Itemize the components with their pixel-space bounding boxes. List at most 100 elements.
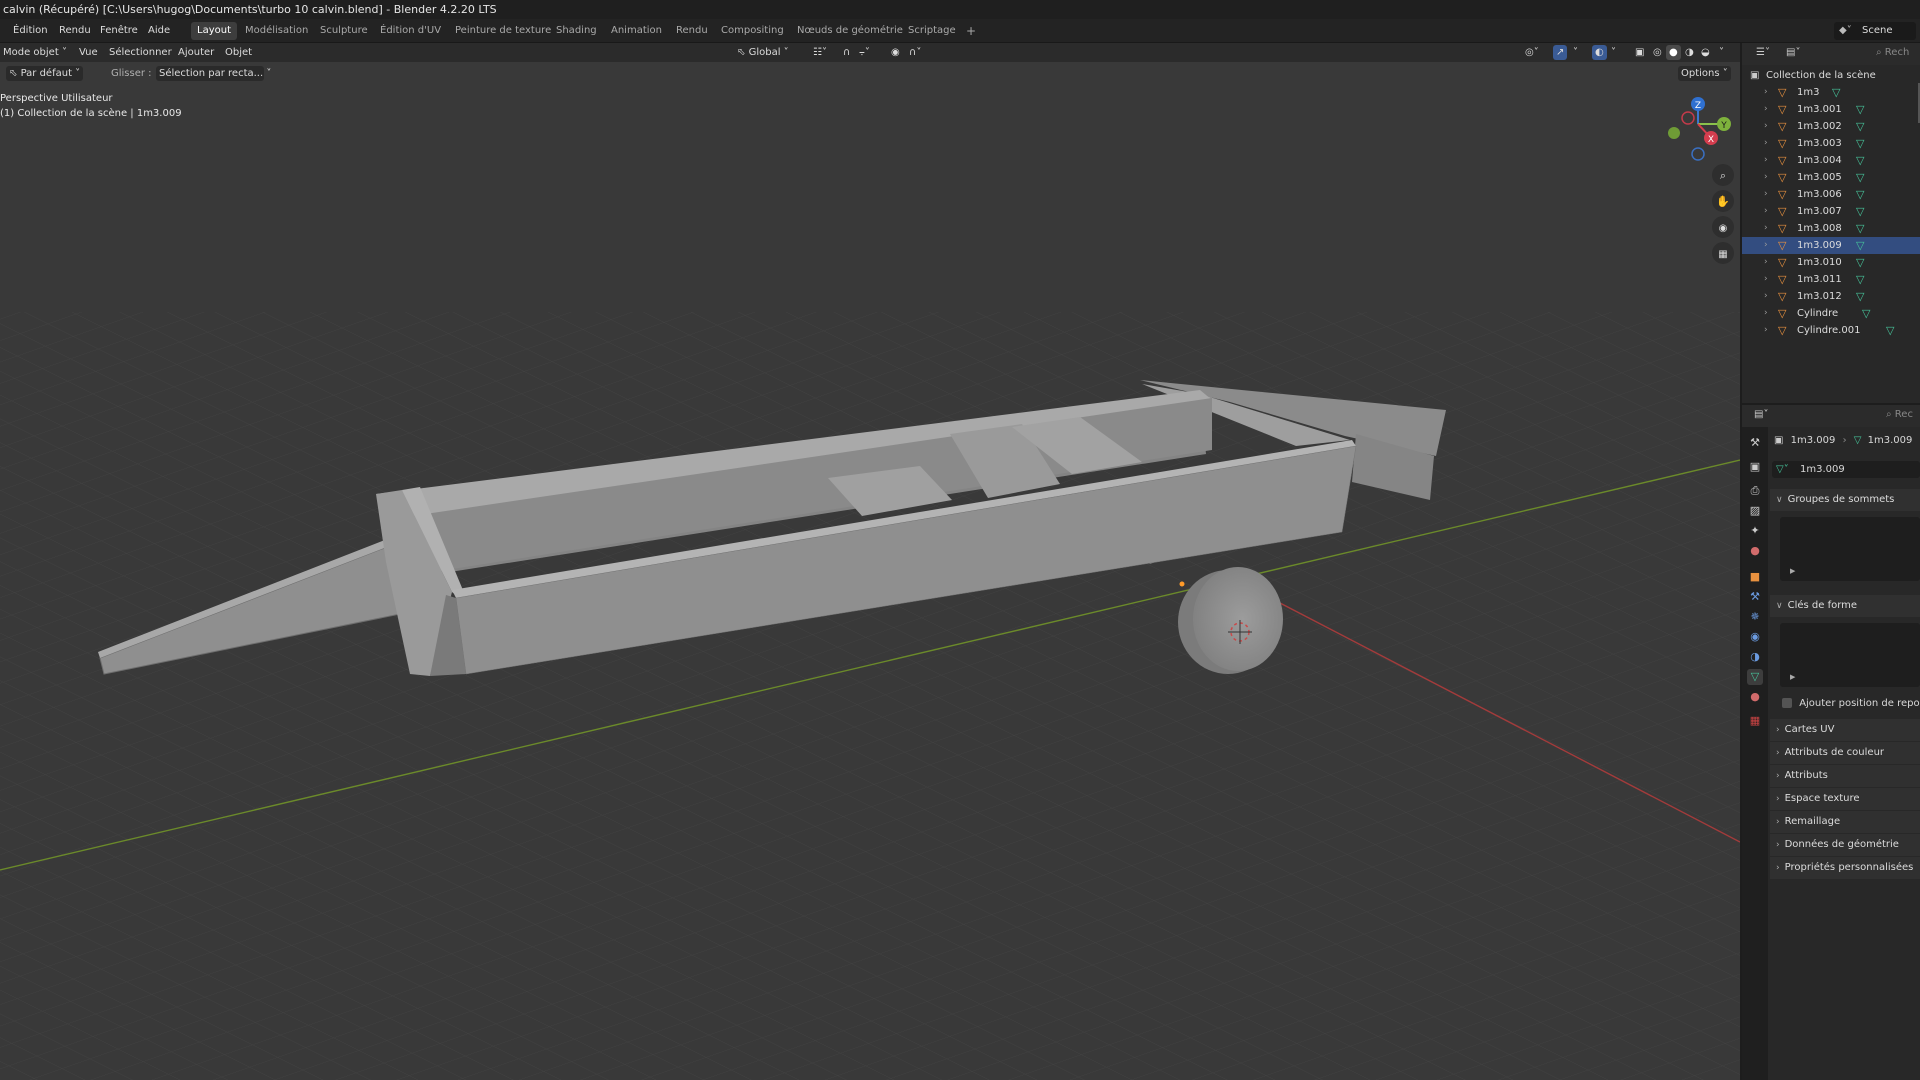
- outliner-item[interactable]: › ▽ 1m3.001 ▽: [1742, 101, 1920, 118]
- menu-add[interactable]: Ajouter: [175, 45, 217, 60]
- visibility-button[interactable]: ◎˅: [1522, 45, 1542, 60]
- panel-remesh[interactable]: › Remaillage: [1770, 811, 1920, 833]
- mesh-data-icon[interactable]: ▽: [1856, 220, 1864, 237]
- tab-render[interactable]: ▣: [1747, 459, 1763, 475]
- list-expand-icon[interactable]: ▶: [1790, 673, 1795, 681]
- shading-dropdown[interactable]: ˅: [1716, 45, 1727, 60]
- expand-chevron-icon[interactable]: ›: [1764, 84, 1768, 101]
- snap-target-button[interactable]: ⨪˅: [856, 45, 873, 60]
- tab-constraints[interactable]: ◑: [1747, 649, 1763, 665]
- outliner-item[interactable]: › ▽ 1m3.009 ▽: [1742, 237, 1920, 254]
- expand-chevron-icon[interactable]: ›: [1764, 220, 1768, 237]
- outliner-item[interactable]: › ▽ 1m3.011 ▽: [1742, 271, 1920, 288]
- outliner-item[interactable]: › ▽ 1m3.008 ▽: [1742, 220, 1920, 237]
- expand-chevron-icon[interactable]: ›: [1764, 288, 1768, 305]
- outliner-search[interactable]: ⌕ Rech: [1876, 47, 1909, 58]
- mesh-data-icon[interactable]: ▽: [1856, 135, 1864, 152]
- mesh-data-icon[interactable]: ▽: [1886, 322, 1894, 339]
- mode-selector[interactable]: Mode objet ˅: [0, 45, 70, 60]
- expand-chevron-icon[interactable]: ›: [1764, 118, 1768, 135]
- menu-render[interactable]: Rendu: [59, 23, 91, 39]
- tab-compositing[interactable]: Compositing: [715, 22, 790, 40]
- shading-rendered-button[interactable]: ◒: [1698, 45, 1713, 60]
- xray-toggle-button[interactable]: ▣: [1632, 45, 1647, 60]
- expand-chevron-icon[interactable]: ›: [1764, 169, 1768, 186]
- menu-window[interactable]: Fenêtre: [100, 23, 138, 39]
- tab-output[interactable]: ⎙: [1747, 483, 1763, 499]
- tab-material[interactable]: ●: [1747, 689, 1763, 705]
- outliner-item[interactable]: › ▽ Cylindre.001 ▽: [1742, 322, 1920, 339]
- outliner-item[interactable]: › ▽ 1m3 ▽: [1742, 84, 1920, 101]
- display-mode-button[interactable]: ▤˅: [1786, 47, 1800, 58]
- gizmo-toggle-button[interactable]: ↗: [1553, 45, 1568, 60]
- vertex-groups-list[interactable]: ▶: [1780, 517, 1920, 581]
- options-dropdown[interactable]: Options ˅: [1678, 66, 1731, 81]
- tab-particles[interactable]: ✵: [1747, 609, 1763, 625]
- pivot-point-button[interactable]: ☷˅: [810, 45, 830, 60]
- mesh-browse-icon[interactable]: ▽˅: [1776, 461, 1789, 478]
- mesh-data-icon[interactable]: ▽: [1856, 186, 1864, 203]
- shading-wireframe-button[interactable]: ◎: [1650, 45, 1665, 60]
- outliner-item[interactable]: › ▽ 1m3.003 ▽: [1742, 135, 1920, 152]
- orientation-default-selector[interactable]: ⬁ Par défaut ˅: [6, 66, 84, 81]
- panel-uv-maps[interactable]: › Cartes UV: [1770, 719, 1920, 741]
- transform-orientation-selector[interactable]: ⬁ Global ˅: [734, 45, 792, 60]
- tab-world[interactable]: ●: [1747, 543, 1763, 559]
- expand-chevron-icon[interactable]: ›: [1764, 186, 1768, 203]
- shape-keys-list[interactable]: ▶: [1780, 623, 1920, 687]
- expand-chevron-icon[interactable]: ›: [1764, 305, 1768, 322]
- shading-material-button[interactable]: ◑: [1682, 45, 1697, 60]
- mesh-data-icon[interactable]: ▽: [1856, 101, 1864, 118]
- 3d-viewport[interactable]: Z Y X ⌕ ✋ ◉ ▦ Perspective Utilisateur (1…: [0, 62, 1740, 1080]
- drag-mode-selector[interactable]: Sélection par recta... ˅: [156, 66, 271, 81]
- expand-chevron-icon[interactable]: ›: [1764, 101, 1768, 118]
- panel-vertex-groups[interactable]: ∨ Groupes de sommets: [1770, 489, 1920, 511]
- tab-texture-paint[interactable]: Peinture de texture: [449, 22, 557, 40]
- mesh-data-icon[interactable]: ▽: [1856, 152, 1864, 169]
- mesh-data-icon[interactable]: ▽: [1832, 84, 1840, 101]
- outliner-item[interactable]: › ▽ 1m3.005 ▽: [1742, 169, 1920, 186]
- mesh-data-icon[interactable]: ▽: [1856, 288, 1864, 305]
- outliner-item[interactable]: › ▽ 1m3.004 ▽: [1742, 152, 1920, 169]
- menu-help[interactable]: Aide: [148, 23, 170, 39]
- outliner-item[interactable]: › ▽ Cylindre ▽: [1742, 305, 1920, 322]
- tab-object[interactable]: ■: [1747, 569, 1763, 585]
- tab-uv-editing[interactable]: Édition d'UV: [374, 22, 447, 40]
- tab-sculpt[interactable]: Sculpture: [314, 22, 374, 40]
- mesh-data-icon[interactable]: ▽: [1856, 203, 1864, 220]
- mesh-data-icon[interactable]: ▽: [1856, 118, 1864, 135]
- tab-geometry-nodes[interactable]: Nœuds de géométrie: [791, 22, 909, 40]
- tab-layout[interactable]: Layout: [191, 22, 237, 40]
- panel-attributes[interactable]: › Attributs: [1770, 765, 1920, 787]
- menu-view[interactable]: Vue: [76, 45, 101, 60]
- menu-object[interactable]: Objet: [222, 45, 255, 60]
- outliner-item[interactable]: › ▽ 1m3.002 ▽: [1742, 118, 1920, 135]
- panel-geometry-data[interactable]: › Données de géométrie: [1770, 834, 1920, 856]
- expand-chevron-icon[interactable]: ›: [1764, 135, 1768, 152]
- mesh-data-icon[interactable]: ▽: [1856, 271, 1864, 288]
- menu-edit[interactable]: Édition: [13, 23, 48, 39]
- scene-selector[interactable]: ◆˅ Scene: [1834, 22, 1916, 40]
- gizmo-dropdown[interactable]: ˅: [1570, 45, 1581, 60]
- tab-rendering[interactable]: Rendu: [670, 22, 714, 40]
- tab-scripting[interactable]: Scriptage: [902, 22, 962, 40]
- properties-search[interactable]: ⌕ Rec: [1886, 409, 1913, 420]
- list-expand-icon[interactable]: ▶: [1790, 567, 1795, 575]
- tab-shading[interactable]: Shading: [550, 22, 603, 40]
- tab-tool[interactable]: ⚒: [1747, 435, 1763, 451]
- editor-type-button[interactable]: ☰˅: [1756, 47, 1770, 58]
- expand-chevron-icon[interactable]: ›: [1764, 271, 1768, 288]
- tab-texture[interactable]: ▦: [1747, 713, 1763, 729]
- overlays-toggle-button[interactable]: ◐: [1592, 45, 1607, 60]
- menu-select[interactable]: Sélectionner: [106, 45, 175, 60]
- outliner-item[interactable]: › ▽ 1m3.007 ▽: [1742, 203, 1920, 220]
- outliner-item[interactable]: › ▽ 1m3.006 ▽: [1742, 186, 1920, 203]
- mesh-data-icon[interactable]: ▽: [1856, 237, 1864, 254]
- outliner-item[interactable]: › ▽ 1m3.012 ▽: [1742, 288, 1920, 305]
- snap-toggle-button[interactable]: ∩: [840, 45, 853, 60]
- outliner-item[interactable]: › ▽ 1m3.010 ▽: [1742, 254, 1920, 271]
- mesh-data-icon[interactable]: ▽: [1862, 305, 1870, 322]
- expand-chevron-icon[interactable]: ›: [1764, 322, 1768, 339]
- tab-animation[interactable]: Animation: [605, 22, 668, 40]
- tab-view-layer[interactable]: ▨: [1747, 503, 1763, 519]
